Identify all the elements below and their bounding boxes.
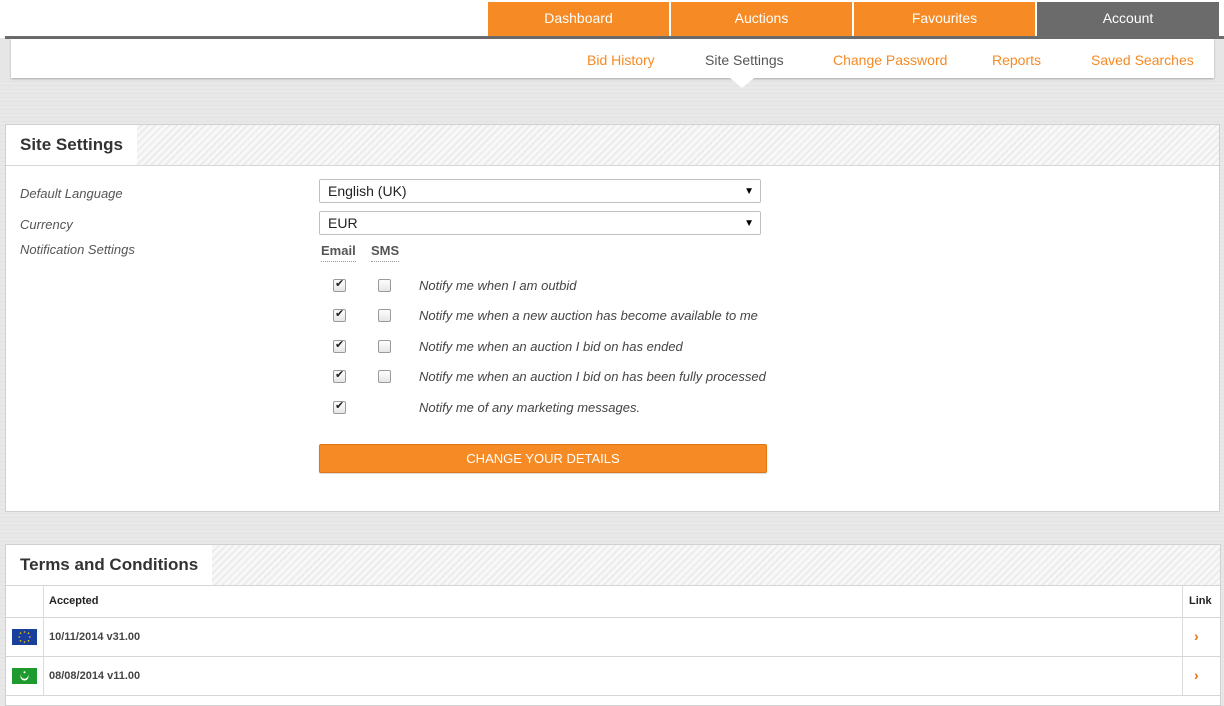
notify-auction-processed-label: Notify me when an auction I bid on has b… [419, 369, 766, 384]
table-row: 08/08/2014 v11.00 › [6, 657, 1220, 696]
email-marketing-checkbox[interactable]: ✔ [333, 400, 346, 414]
notify-auction-ended-label: Notify me when an auction I bid on has e… [419, 339, 683, 354]
subnav-saved-searches[interactable]: Saved Searches [1091, 52, 1194, 68]
accepted-date: 10/11/2014 v31.00 [49, 631, 141, 643]
email-auction-processed-checkbox[interactable]: ✔ [333, 369, 346, 383]
notify-new-auction-label: Notify me when a new auction has become … [419, 308, 758, 323]
email-column-header: Email [321, 243, 356, 262]
currency-label: Currency [20, 217, 73, 232]
notification-settings-label: Notification Settings [20, 242, 135, 257]
terms-panel: Terms and Conditions Accepted Link 10/11… [5, 544, 1221, 706]
sms-new-auction-checkbox[interactable] [378, 309, 391, 322]
panel-header: Site Settings [6, 125, 1219, 166]
email-outbid-checkbox[interactable]: ✔ [333, 278, 346, 292]
notify-marketing-label: Notify me of any marketing messages. [419, 400, 641, 415]
chevron-right-icon[interactable]: › [1194, 628, 1199, 644]
notify-outbid-label: Notify me when I am outbid [419, 278, 577, 293]
default-language-label: Default Language [20, 186, 123, 201]
default-language-select[interactable]: English (UK) ▼ [319, 179, 761, 203]
accepted-date: 08/08/2014 v11.00 [49, 670, 141, 682]
panel-header: Terms and Conditions [6, 545, 1220, 586]
active-subnav-caret [730, 78, 754, 88]
subnav-change-password[interactable]: Change Password [833, 52, 947, 68]
currency-value: EUR [328, 215, 358, 231]
accepted-column-header: Accepted [49, 595, 99, 607]
sms-outbid-checkbox[interactable] [378, 279, 391, 292]
top-navigation: Dashboard Auctions Favourites Account [0, 0, 1224, 38]
email-new-auction-checkbox[interactable]: ✔ [333, 308, 346, 322]
dropdown-arrow-icon: ▼ [744, 186, 754, 197]
checkmark-icon: ✔ [335, 339, 345, 351]
site-settings-panel: Site Settings Default Language English (… [5, 124, 1220, 512]
tab-favourites[interactable]: Favourites [854, 2, 1035, 36]
account-subnav: Bid History Site Settings Change Passwor… [11, 39, 1214, 78]
tab-auctions[interactable]: Auctions [671, 2, 852, 36]
checkmark-icon: ✔ [335, 400, 345, 412]
dropdown-arrow-icon: ▼ [744, 218, 754, 229]
default-language-value: English (UK) [328, 183, 407, 199]
link-column-header: Link [1189, 595, 1212, 607]
green-crescent-flag-icon [12, 668, 37, 684]
change-details-button[interactable]: CHANGE YOUR DETAILS [319, 444, 767, 473]
subnav-bid-history[interactable]: Bid History [587, 52, 655, 68]
tab-dashboard[interactable]: Dashboard [488, 2, 669, 36]
chevron-right-icon[interactable]: › [1194, 667, 1199, 683]
terms-title: Terms and Conditions [6, 545, 213, 585]
currency-select[interactable]: EUR ▼ [319, 211, 761, 235]
checkmark-icon: ✔ [335, 308, 345, 320]
sms-column-header: SMS [371, 243, 400, 262]
table-row: 10/11/2014 v31.00 › [6, 618, 1220, 657]
sms-auction-processed-checkbox[interactable] [378, 370, 391, 383]
sms-auction-ended-checkbox[interactable] [378, 340, 391, 353]
email-auction-ended-checkbox[interactable]: ✔ [333, 339, 346, 353]
subnav-site-settings[interactable]: Site Settings [705, 52, 784, 68]
terms-table-header: Accepted Link [6, 586, 1220, 618]
subnav-reports[interactable]: Reports [992, 52, 1041, 68]
checkmark-icon: ✔ [335, 369, 345, 381]
tab-account[interactable]: Account [1037, 2, 1219, 36]
checkmark-icon: ✔ [335, 278, 345, 290]
eu-flag-icon [12, 629, 37, 645]
site-settings-title: Site Settings [6, 125, 137, 165]
